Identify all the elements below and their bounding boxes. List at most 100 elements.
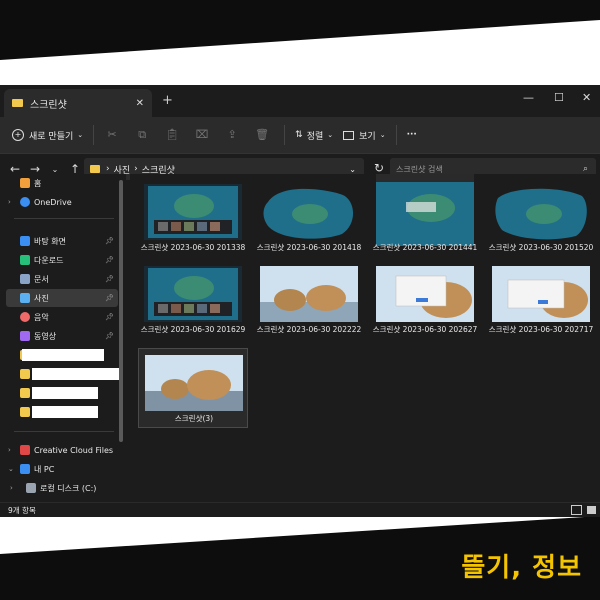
sidebar-item-label: 내 PC <box>34 464 55 474</box>
file-name: 스크린샷 2023-06-30 202222 <box>256 325 362 334</box>
tab-close-icon[interactable]: ✕ <box>136 98 144 109</box>
file-name: 스크린샷 2023-06-30 202627 <box>372 325 478 334</box>
drive-icon <box>26 483 36 493</box>
sidebar-item-label: Creative Cloud Files <box>34 445 114 455</box>
download-icon <box>20 255 30 265</box>
file-name: 스크린샷 2023-06-30 201418 <box>256 243 362 252</box>
thumbnail-bears-dialog <box>376 266 474 322</box>
sidebar-item-music[interactable]: 음악 📌︎ <box>6 308 118 326</box>
thumbnail-bears <box>260 266 358 322</box>
sidebar-item-desktop[interactable]: 바탕 화면 📌︎ <box>6 232 118 250</box>
cut-icon[interactable]: ✂ <box>104 128 120 142</box>
view-button[interactable]: 보기 ⌄ <box>343 129 386 142</box>
file-item[interactable]: 스크린샷 2023-06-30 201520 <box>486 178 596 258</box>
pin-icon: 📌︎ <box>105 313 114 321</box>
sort-button[interactable]: ⇅ 정렬 ⌄ <box>295 129 333 142</box>
sidebar-item-creative-cloud[interactable]: › Creative Cloud Files <box>6 441 118 459</box>
sidebar-item-downloads[interactable]: 다운로드 📌︎ <box>6 251 118 269</box>
file-name: 스크린샷 2023-06-30 201338 <box>140 243 246 252</box>
file-item[interactable]: 스크린샷 2023-06-30 202222 <box>254 260 364 340</box>
copy-icon[interactable]: ⧉ <box>134 128 150 142</box>
thumbnail-bears-dialog <box>492 266 590 322</box>
status-bar: 9개 항목 <box>0 502 600 517</box>
sidebar-item-pictures[interactable]: 사진 📌︎ <box>6 289 118 307</box>
file-grid: 스크린샷 2023-06-30 201338 스크린샷 2023-06-30 2… <box>130 174 600 502</box>
pin-icon: 📌︎ <box>105 237 114 245</box>
sort-icon: ⇅ <box>295 130 303 140</box>
creative-cloud-icon <box>20 445 30 455</box>
sidebar-divider <box>14 431 114 432</box>
sidebar-item-label: 음악 <box>34 312 49 322</box>
file-name: 스크린샷 2023-06-30 201441 <box>372 243 478 252</box>
sidebar-item-videos[interactable]: 동영상 📌︎ <box>6 327 118 345</box>
file-item-selected[interactable]: 스크린샷(3) <box>138 348 248 428</box>
pin-icon: 📌︎ <box>105 332 114 340</box>
folder-icon <box>12 99 23 107</box>
toolbar-divider <box>93 125 95 145</box>
expand-chevron-icon: › <box>8 446 11 454</box>
thumbnail-turtle-tall <box>376 174 474 246</box>
pin-icon: 📌︎ <box>105 256 114 264</box>
sidebar-scrollbar[interactable] <box>119 180 123 442</box>
recent-chevron-icon[interactable]: ⌄ <box>46 165 64 174</box>
rename-icon[interactable]: ⌧ <box>194 128 210 142</box>
refresh-icon[interactable]: ↻ <box>370 161 388 175</box>
minimize-button[interactable]: — <box>523 91 534 104</box>
sidebar-item-home[interactable]: 홈 <box>6 174 118 192</box>
thumbnail-turtle-blob <box>260 184 358 240</box>
navigation-pane: 홈 › OneDrive 바탕 화면 📌︎ 다운로드 📌︎ 문서 📌︎ 사진 📌… <box>0 174 126 502</box>
new-button[interactable]: + 새로 만들기 ⌄ <box>12 129 83 142</box>
file-explorer-window: 스크린샷 ✕ + — ☐ ✕ + 새로 만들기 ⌄ ✂ ⧉ 📋︎ ⌧ ⇪ 🗑︎ … <box>0 85 600 517</box>
sidebar-item-label: 동영상 <box>34 331 57 341</box>
search-placeholder: 스크린샷 검색 <box>396 164 443 174</box>
sidebar-item-documents[interactable]: 문서 📌︎ <box>6 270 118 288</box>
new-tab-button[interactable]: + <box>162 93 173 108</box>
share-icon[interactable]: ⇪ <box>224 128 240 142</box>
file-item[interactable]: 스크린샷 2023-06-30 202627 <box>370 260 480 340</box>
file-item[interactable]: 스크린샷 2023-06-30 202717 <box>486 260 596 340</box>
expand-chevron-icon: › <box>10 484 13 492</box>
command-bar: + 새로 만들기 ⌄ ✂ ⧉ 📋︎ ⌧ ⇪ 🗑︎ ⇅ 정렬 ⌄ 보기 ⌄ ··· <box>0 117 600 154</box>
redacted-folder-name <box>32 368 122 380</box>
tab-label: 스크린샷 <box>30 99 67 111</box>
sidebar-item-label: 홈 <box>34 178 42 188</box>
breadcrumb-separator: › <box>134 164 138 174</box>
pin-icon: 📌︎ <box>105 294 114 302</box>
sidebar-item-local-disk[interactable]: › 로컬 디스크 (C:) <box>10 479 118 497</box>
folder-icon <box>20 369 30 379</box>
video-icon <box>20 331 30 341</box>
thumbnail-view-icon[interactable] <box>587 506 596 514</box>
file-item[interactable]: 스크린샷 2023-06-30 201338 <box>138 178 248 258</box>
redacted-folder-name <box>22 349 104 361</box>
sidebar-item-label: 다운로드 <box>34 255 64 265</box>
thumbnail-turtle-screenshot <box>144 266 242 322</box>
breadcrumb-separator: › <box>106 164 110 174</box>
file-item[interactable]: 스크린샷 2023-06-30 201629 <box>138 260 248 340</box>
tab-screenshots[interactable]: 스크린샷 ✕ <box>4 89 152 117</box>
folder-icon <box>20 407 30 417</box>
thumbnail-bears-selected <box>145 355 243 411</box>
item-count: 9개 항목 <box>8 505 36 515</box>
chevron-down-icon: ⌄ <box>327 131 334 139</box>
file-item[interactable]: 스크린샷 2023-06-30 201418 <box>254 178 364 258</box>
sidebar-item-this-pc[interactable]: ⌄ 내 PC <box>6 460 118 478</box>
details-view-icon[interactable] <box>571 505 582 515</box>
toolbar-divider <box>284 125 286 145</box>
chevron-down-icon: ⌄ <box>379 131 386 139</box>
more-options-button[interactable]: ··· <box>407 130 417 140</box>
folder-icon <box>20 388 30 398</box>
sort-button-label: 정렬 <box>306 131 324 142</box>
document-icon <box>20 274 30 284</box>
close-window-button[interactable]: ✕ <box>582 91 591 104</box>
maximize-button[interactable]: ☐ <box>554 91 564 104</box>
sidebar-item-label: OneDrive <box>34 197 72 207</box>
sidebar-item-onedrive[interactable]: › OneDrive <box>6 193 118 211</box>
delete-icon[interactable]: 🗑︎ <box>254 128 270 142</box>
file-item[interactable]: 스크린샷 2023-06-30 201441 <box>370 174 480 258</box>
search-icon: ⌕ <box>582 164 588 174</box>
sidebar-item-label: 바탕 화면 <box>34 236 66 246</box>
sidebar-item-label: 로컬 디스크 (C:) <box>40 483 97 493</box>
sidebar-divider <box>14 218 114 219</box>
address-dropdown-icon[interactable]: ⌄ <box>349 165 356 174</box>
paste-icon[interactable]: 📋︎ <box>164 128 180 142</box>
